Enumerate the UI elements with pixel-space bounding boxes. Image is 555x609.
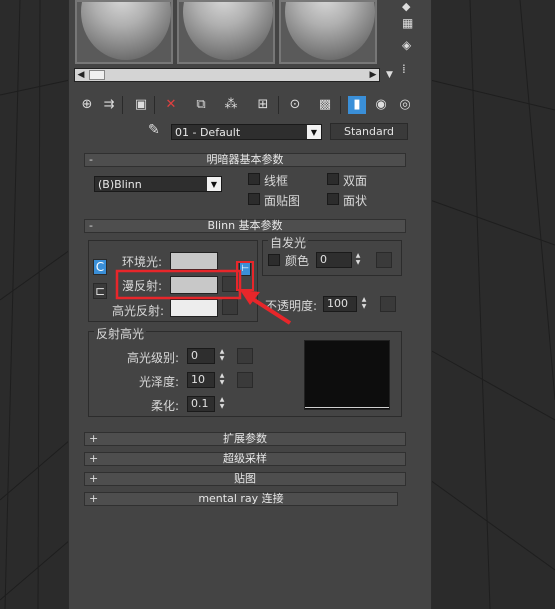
annotation-arrow-shaft: [246, 294, 292, 325]
diffuse-highlight-box: [115, 269, 242, 300]
annotation-overlay: [115, 261, 292, 325]
